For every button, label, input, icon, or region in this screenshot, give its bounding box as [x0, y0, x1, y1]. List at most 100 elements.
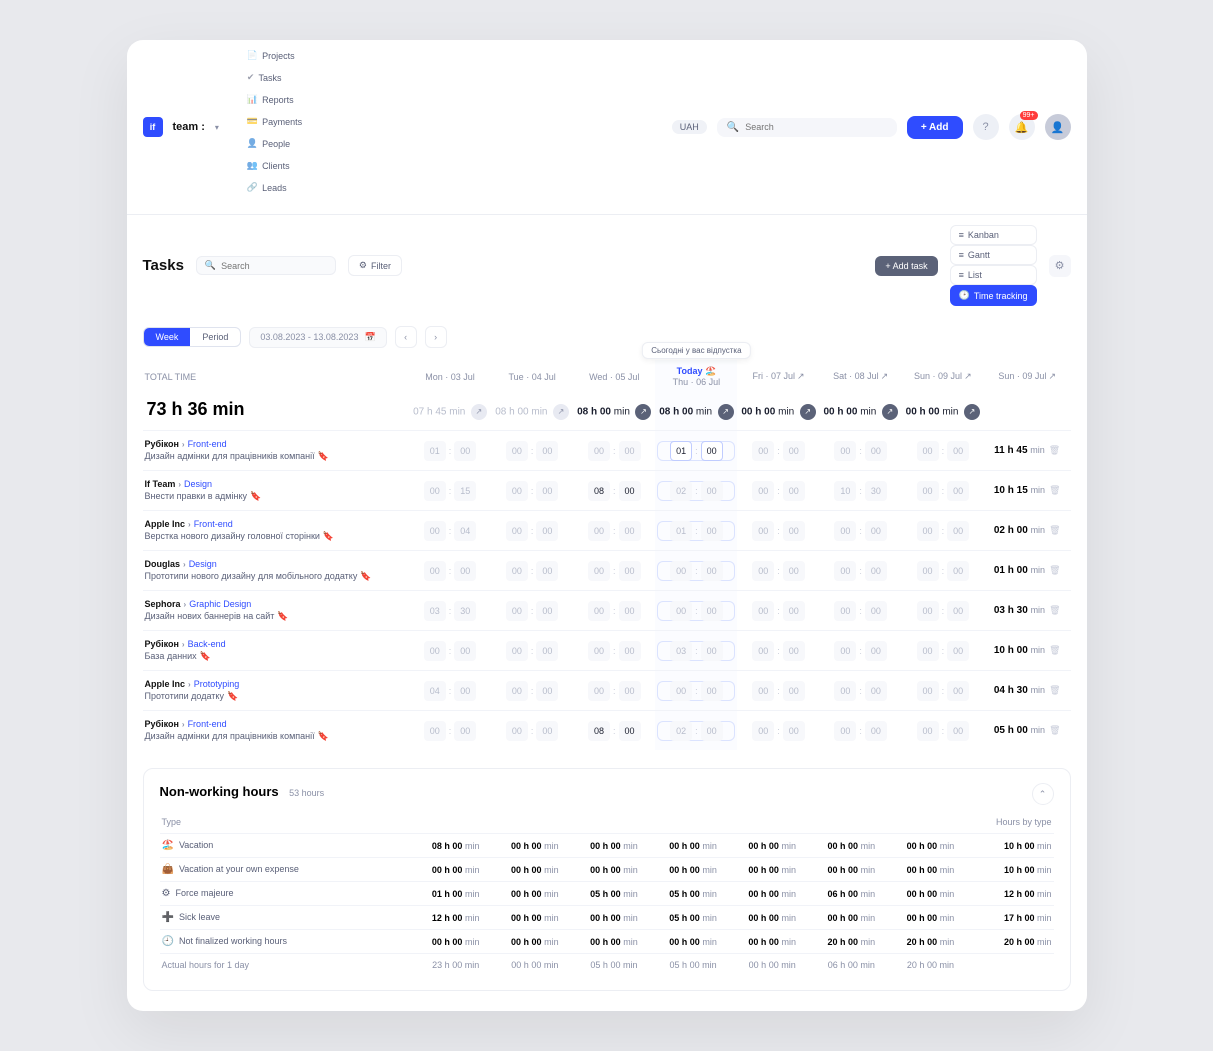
time-cell[interactable]: 00:00	[822, 561, 900, 581]
currency-pill[interactable]: UAH	[672, 120, 707, 134]
task-project[interactable]: Apple Inc	[145, 679, 186, 689]
bookmark-icon[interactable]: 🔖	[250, 491, 261, 501]
task-title[interactable]: Внести правки в адмінку	[145, 491, 248, 501]
chevron-down-icon[interactable]: ▾	[215, 123, 219, 132]
nav-tasks[interactable]: ✔Tasks	[247, 72, 302, 83]
time-cell[interactable]: 00:00	[822, 601, 900, 621]
time-cell[interactable]: 00:00	[822, 681, 900, 701]
expand-icon[interactable]: ↗	[635, 404, 651, 420]
time-cell[interactable]: 00:00	[411, 561, 489, 581]
trash-icon[interactable]: 🗑	[1049, 445, 1060, 455]
trash-icon[interactable]: 🗑	[1049, 525, 1060, 535]
time-cell[interactable]: 00:00	[904, 641, 982, 661]
help-icon[interactable]: ?	[973, 114, 999, 140]
task-title[interactable]: Дизайн адмінки для працівників компанії	[145, 731, 315, 741]
time-cell[interactable]: 04:00	[411, 681, 489, 701]
task-title[interactable]: Верстка нового дизайну головної сторінки	[145, 531, 320, 541]
view-kanban[interactable]: ≡Kanban	[950, 225, 1037, 245]
time-cell[interactable]: 00:00	[904, 721, 982, 741]
task-project[interactable]: Sephora	[145, 599, 181, 609]
time-cell[interactable]: 03:00	[657, 641, 735, 661]
expand-icon[interactable]: ↗	[718, 404, 734, 420]
time-cell[interactable]: 00:00	[575, 441, 653, 461]
expand-icon[interactable]: ↗	[964, 404, 980, 420]
notification-icon[interactable]: 🔔99+	[1009, 114, 1035, 140]
task-category[interactable]: Front-end	[194, 519, 233, 529]
bookmark-icon[interactable]: 🔖	[227, 691, 238, 701]
time-cell[interactable]: 00:00	[822, 441, 900, 461]
nav-clients[interactable]: 👥Clients	[247, 160, 302, 171]
trash-icon[interactable]: 🗑	[1049, 485, 1060, 495]
time-cell[interactable]: 02:00	[657, 721, 735, 741]
task-title[interactable]: Дизайн нових баннерів на сайт	[145, 611, 275, 621]
nav-payments[interactable]: 💳Payments	[247, 116, 302, 127]
time-cell[interactable]: 01:00	[411, 441, 489, 461]
time-cell[interactable]: 00:00	[739, 561, 817, 581]
expand-icon[interactable]: ↗	[471, 404, 487, 420]
time-cell[interactable]: 00:00	[822, 641, 900, 661]
filter-button[interactable]: ⚙Filter	[348, 255, 402, 276]
time-cell[interactable]: 00:00	[411, 641, 489, 661]
bookmark-icon[interactable]: 🔖	[323, 531, 334, 541]
task-category[interactable]: Front-end	[188, 439, 227, 449]
task-search[interactable]: 🔍	[196, 256, 336, 275]
time-cell[interactable]: 00:00	[575, 681, 653, 701]
time-cell[interactable]: 00:00	[739, 521, 817, 541]
time-cell[interactable]: 00:00	[822, 521, 900, 541]
time-cell[interactable]: 00:00	[575, 601, 653, 621]
time-cell[interactable]: 00:00	[739, 481, 817, 501]
time-cell[interactable]: 10:30	[822, 481, 900, 501]
task-project[interactable]: Рубікон	[145, 639, 179, 649]
time-cell[interactable]: 00:00	[739, 641, 817, 661]
seg-period[interactable]: Period	[190, 328, 240, 346]
time-cell[interactable]: 00:00	[493, 641, 571, 661]
time-cell[interactable]: 00:00	[493, 521, 571, 541]
view-list[interactable]: ≡List	[950, 265, 1037, 285]
time-cell[interactable]: 00:00	[493, 481, 571, 501]
gear-icon[interactable]: ⚙	[1049, 255, 1071, 277]
time-cell[interactable]: 00:00	[493, 681, 571, 701]
expand-icon[interactable]: ↗	[800, 404, 816, 420]
task-category[interactable]: Design	[189, 559, 217, 569]
trash-icon[interactable]: 🗑	[1049, 725, 1060, 735]
time-cell[interactable]: 01:00	[657, 441, 735, 461]
avatar[interactable]: 👤	[1045, 114, 1071, 140]
time-cell[interactable]: 00:00	[822, 721, 900, 741]
time-cell[interactable]: 00:00	[575, 561, 653, 581]
trash-icon[interactable]: 🗑	[1049, 605, 1060, 615]
bookmark-icon[interactable]: 🔖	[277, 611, 288, 621]
time-cell[interactable]: 00:00	[575, 641, 653, 661]
time-cell[interactable]: 00:00	[411, 721, 489, 741]
bookmark-icon[interactable]: 🔖	[360, 571, 371, 581]
task-category[interactable]: Design	[184, 479, 212, 489]
trash-icon[interactable]: 🗑	[1049, 645, 1060, 655]
task-project[interactable]: Apple Inc	[145, 519, 186, 529]
task-title[interactable]: Прототипи нового дизайну для мобільного …	[145, 571, 358, 581]
global-search[interactable]: 🔍	[717, 118, 897, 137]
time-cell[interactable]: 00:00	[904, 481, 982, 501]
time-cell[interactable]: 00:00	[904, 521, 982, 541]
time-cell[interactable]: 00:00	[657, 601, 735, 621]
time-cell[interactable]: 08:00	[575, 481, 653, 501]
time-cell[interactable]: 02:00	[657, 481, 735, 501]
task-category[interactable]: Graphic Design	[189, 599, 251, 609]
view-time-tracking[interactable]: 🕑Time tracking	[950, 285, 1037, 306]
time-cell[interactable]: 00:00	[493, 561, 571, 581]
task-project[interactable]: Рубікон	[145, 439, 179, 449]
nav-leads[interactable]: 🔗Leads	[247, 182, 302, 193]
time-cell[interactable]: 00:00	[739, 601, 817, 621]
task-category[interactable]: Prototyping	[194, 679, 240, 689]
expand-icon[interactable]: ↗	[882, 404, 898, 420]
time-cell[interactable]: 00:00	[575, 521, 653, 541]
bookmark-icon[interactable]: 🔖	[318, 451, 329, 461]
trash-icon[interactable]: 🗑	[1049, 685, 1060, 695]
time-cell[interactable]: 00:00	[904, 601, 982, 621]
time-cell[interactable]: 00:00	[739, 441, 817, 461]
search-input[interactable]	[745, 122, 887, 132]
time-cell[interactable]: 08:00	[575, 721, 653, 741]
add-task-button[interactable]: + Add task	[875, 256, 937, 276]
time-cell[interactable]: 00:00	[904, 441, 982, 461]
time-cell[interactable]: 00:04	[411, 521, 489, 541]
task-title[interactable]: Прототипи додатку	[145, 691, 224, 701]
task-project[interactable]: Рубікон	[145, 719, 179, 729]
